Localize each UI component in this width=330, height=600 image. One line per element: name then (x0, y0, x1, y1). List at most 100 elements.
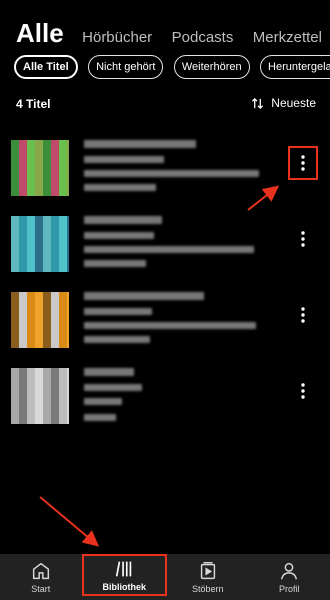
blurred-author (84, 384, 142, 391)
cover-pixel (67, 400, 75, 408)
more-options-button[interactable] (290, 376, 316, 406)
cover-pixel (51, 264, 59, 272)
tab-hoerbuecher[interactable]: Hörbücher (82, 29, 152, 46)
cover-pixel (51, 188, 59, 196)
cover-pixel (43, 332, 51, 340)
cover-pixel (51, 172, 59, 180)
cover-pixel (11, 324, 19, 332)
cover-pixel (11, 148, 19, 156)
more-vertical-icon (301, 155, 305, 171)
title-count: 4 Titel (16, 97, 51, 111)
cover-pixel (59, 368, 67, 376)
more-options-button[interactable] (288, 146, 318, 180)
cover-pixel (59, 392, 67, 400)
cover-pixel (59, 148, 67, 156)
cover-pixel (51, 248, 59, 256)
cover-pixel (59, 248, 67, 256)
blurred-meta (84, 170, 259, 177)
cover-image (11, 216, 75, 272)
list-item[interactable] (0, 364, 330, 440)
cover-pixel (51, 156, 59, 164)
cover-pixel (35, 392, 43, 400)
cover-pixel (19, 140, 27, 148)
cover-pixel (51, 308, 59, 316)
cover-pixel (27, 368, 35, 376)
cover-pixel (11, 164, 19, 172)
tab-podcasts[interactable]: Podcasts (172, 29, 234, 46)
cover-pixel (35, 316, 43, 324)
tab-merkzettel[interactable]: Merkzettel (253, 29, 322, 46)
cover-pixel (11, 368, 19, 376)
cover-pixel (43, 392, 51, 400)
cover-pixel (11, 340, 19, 348)
cover-pixel (19, 240, 27, 248)
nav-start[interactable]: Start (0, 554, 82, 600)
tab-alle[interactable]: Alle (16, 18, 64, 49)
cover-pixel (35, 140, 43, 148)
cover-pixel (19, 392, 27, 400)
nav-profil-label: Profil (278, 584, 300, 594)
cover-pixel (19, 180, 27, 188)
cover-pixel (11, 384, 19, 392)
cover-pixel (27, 248, 35, 256)
cover-pixel (27, 240, 35, 248)
cover-pixel (19, 376, 27, 384)
filter-chip-heruntergeladen[interactable]: Heruntergeladen (260, 55, 330, 79)
list-item[interactable] (0, 212, 330, 288)
cover-pixel (35, 256, 43, 264)
blurred-meta (84, 184, 156, 191)
cover-pixel (67, 316, 75, 324)
cover-pixel (43, 256, 51, 264)
cover-pixel (19, 332, 27, 340)
cover-pixel (27, 416, 35, 424)
cover-pixel (43, 408, 51, 416)
cover-pixel (51, 224, 59, 232)
cover-pixel (19, 264, 27, 272)
cover-pixel (27, 340, 35, 348)
cover-pixel (35, 416, 43, 424)
cover-pixel (35, 180, 43, 188)
cover-pixel (59, 264, 67, 272)
cover-pixel (35, 300, 43, 308)
cover-pixel (67, 248, 75, 256)
cover-pixel (11, 180, 19, 188)
cover-pixel (51, 256, 59, 264)
cover-pixel (67, 148, 75, 156)
filter-chip-alle-titel[interactable]: Alle Titel (14, 55, 78, 79)
cover-pixel (27, 400, 35, 408)
cover-pixel (43, 248, 51, 256)
cover-pixel (67, 172, 75, 180)
cover-pixel (51, 316, 59, 324)
bottom-navigation: Start Bibliothek Stöbern Profil (0, 554, 330, 600)
more-vertical-icon (301, 307, 305, 323)
cover-pixel (27, 256, 35, 264)
cover-pixel (19, 408, 27, 416)
cover-pixel (67, 264, 75, 272)
nav-profil[interactable]: Profil (249, 554, 330, 600)
filter-chip-nicht-gehoert[interactable]: Nicht gehört (88, 55, 164, 79)
cover-pixel (59, 324, 67, 332)
cover-pixel (43, 416, 51, 424)
list-item[interactable] (0, 136, 330, 212)
cover-pixel (11, 300, 19, 308)
cover-pixel (19, 156, 27, 164)
cover-pixel (59, 256, 67, 264)
sort-button[interactable]: Neueste (251, 96, 316, 110)
sort-label: Neueste (271, 96, 316, 110)
cover-pixel (59, 340, 67, 348)
cover-pixel (59, 216, 67, 224)
nav-stoebern[interactable]: Stöbern (167, 554, 249, 600)
cover-pixel (43, 368, 51, 376)
more-options-button[interactable] (290, 224, 316, 254)
cover-pixel (51, 240, 59, 248)
filter-chip-weiterhoeren[interactable]: Weiterhören (173, 55, 250, 79)
more-options-button[interactable] (290, 300, 316, 330)
nav-bibliothek[interactable]: Bibliothek (81, 554, 167, 596)
cover-pixel (35, 308, 43, 316)
cover-pixel (27, 188, 35, 196)
home-icon (32, 562, 49, 580)
cover-pixel (51, 332, 59, 340)
cover-pixel (43, 376, 51, 384)
cover-pixel (59, 224, 67, 232)
list-item[interactable] (0, 288, 330, 364)
